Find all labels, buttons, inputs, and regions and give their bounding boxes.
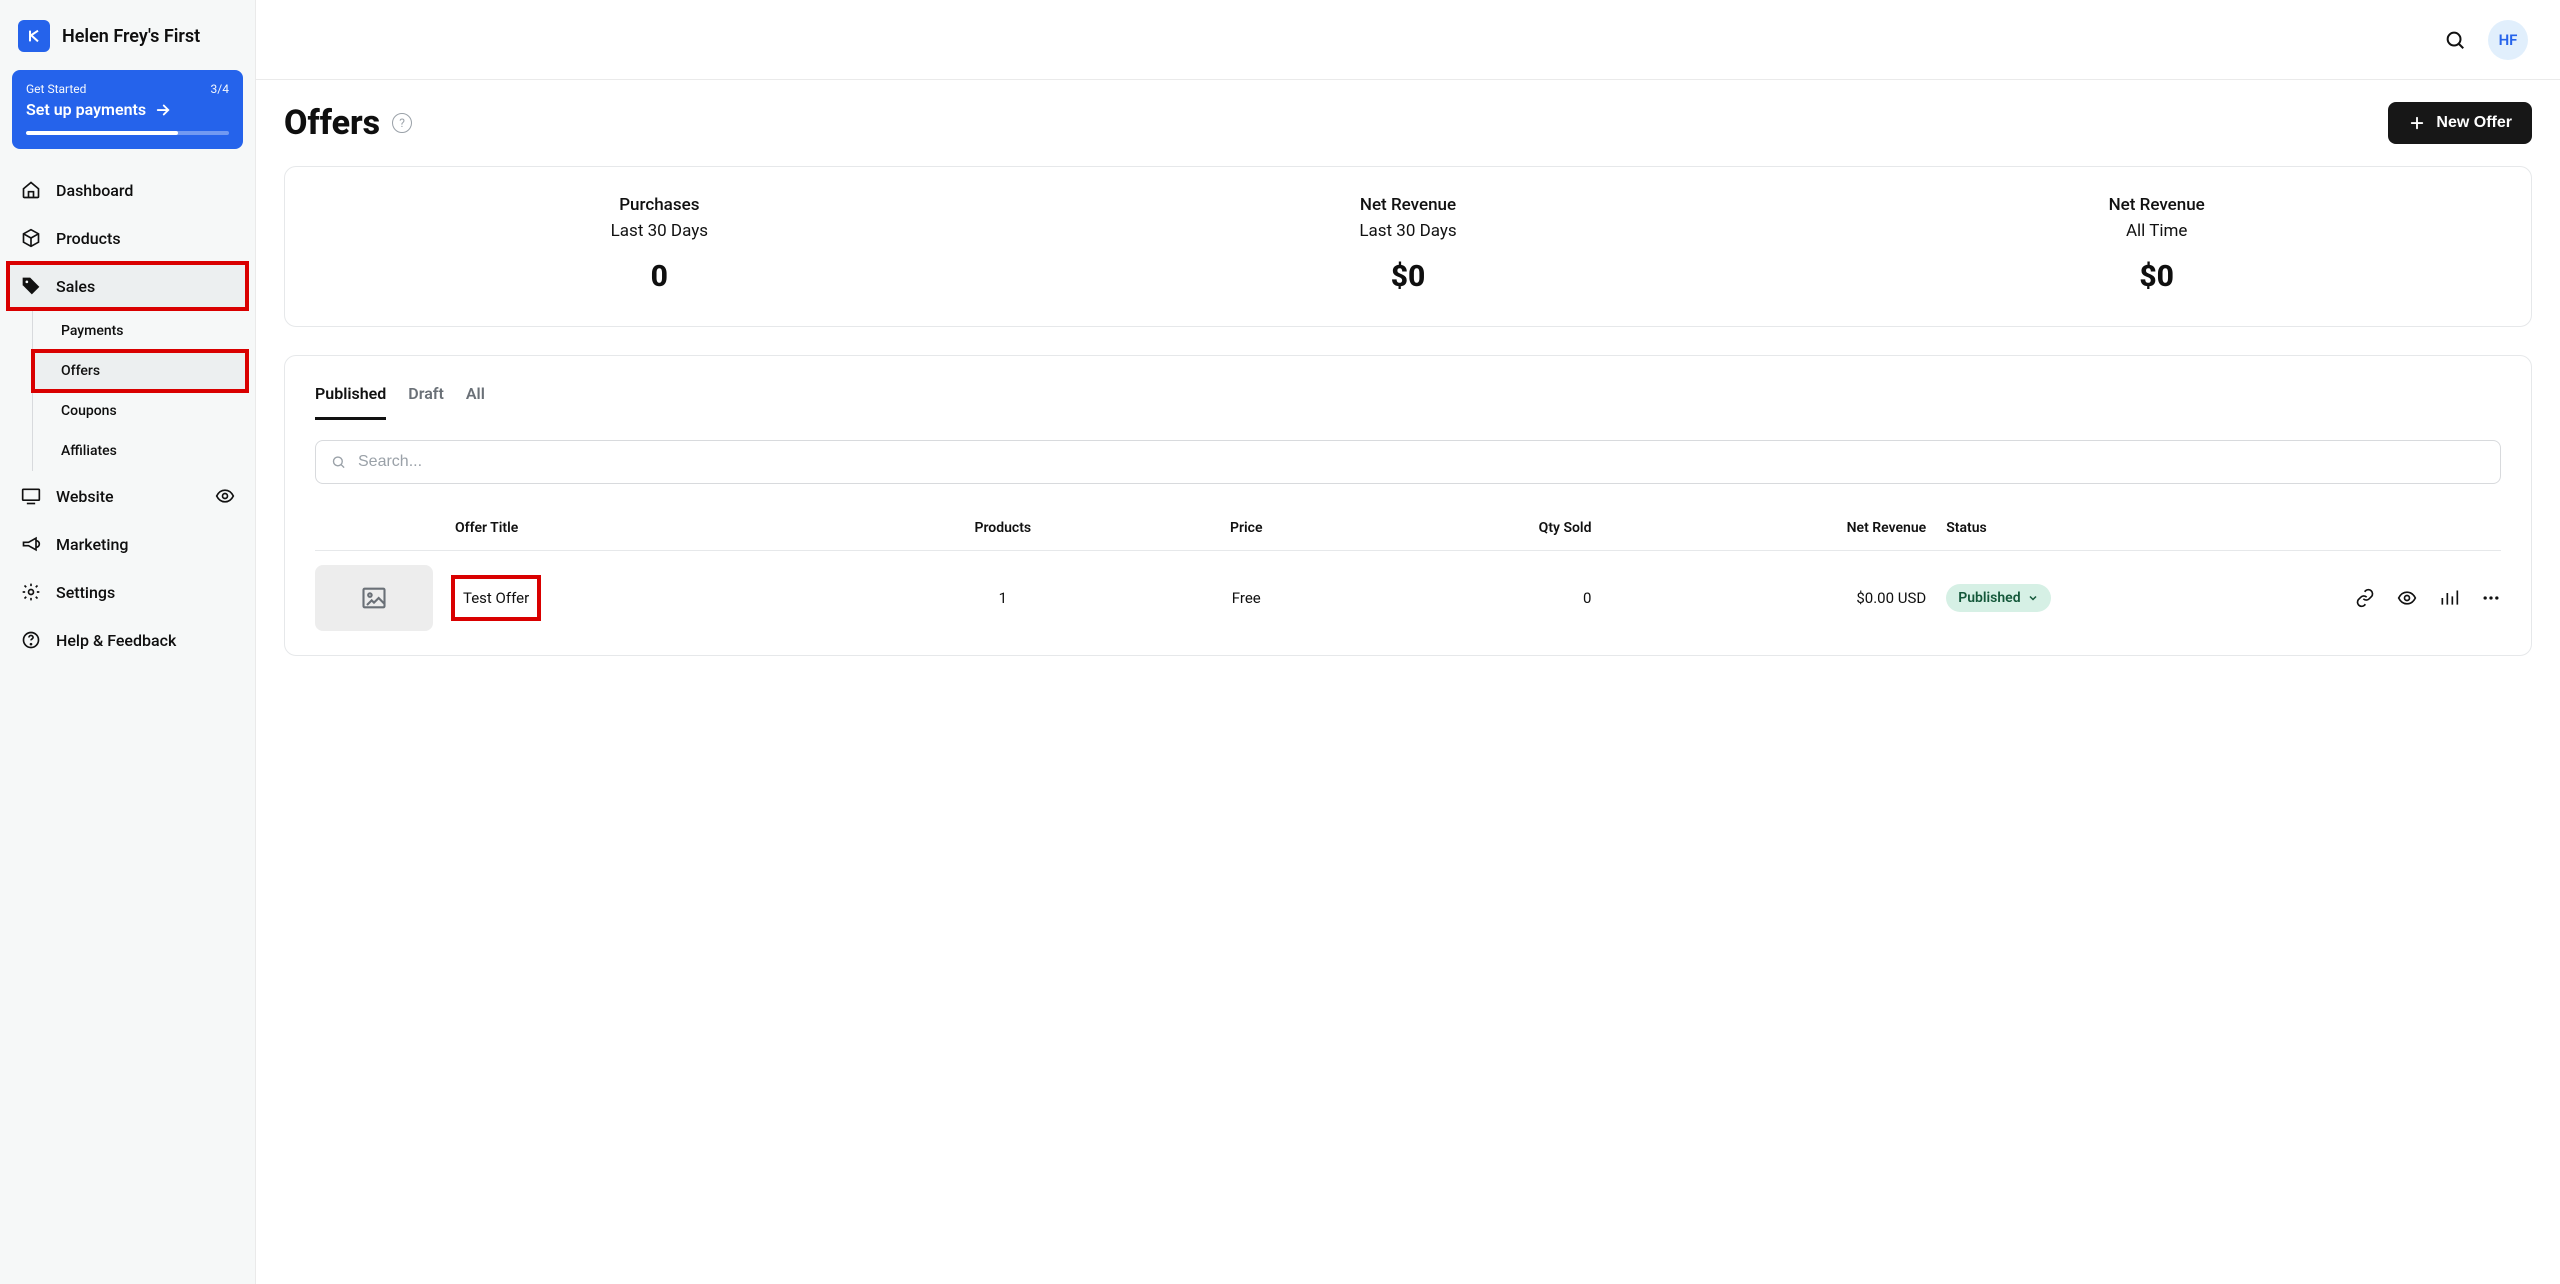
page-head: Offers ? New Offer: [284, 102, 2532, 144]
nav-products[interactable]: Products: [8, 215, 247, 261]
tab-all[interactable]: All: [466, 384, 485, 420]
tag-icon: [20, 275, 42, 297]
col-offer-title: Offer Title: [455, 520, 881, 536]
search-icon[interactable]: [2444, 29, 2466, 51]
stat-net-revenue-all: Net Revenue All Time $0: [1782, 195, 2531, 294]
col-status: Status: [1946, 520, 2281, 536]
nav-marketing[interactable]: Marketing: [8, 521, 247, 567]
new-offer-label: New Offer: [2436, 114, 2512, 132]
link-icon[interactable]: [2355, 588, 2375, 608]
search-wrap: [315, 440, 2501, 484]
main: HF Offers ? New Offer Purchases: [256, 0, 2560, 1284]
col-qty-sold: Qty Sold: [1368, 520, 1611, 536]
cell-net-revenue: $0.00 USD: [1611, 589, 1946, 607]
status-badge[interactable]: Published: [1946, 584, 2050, 612]
monitor-icon: [20, 485, 42, 507]
brand-logo: [18, 20, 50, 52]
sidebar: Helen Frey's First Get Started 3/4 Set u…: [0, 0, 256, 1284]
subnav-sales: Payments Offers Coupons Affiliates: [32, 311, 247, 471]
stat-value: 0: [285, 259, 1034, 294]
tab-draft[interactable]: Draft: [408, 384, 444, 420]
gear-icon: [20, 581, 42, 603]
stat-sub: All Time: [1782, 221, 2531, 241]
progress-bar: [26, 131, 229, 135]
search-input[interactable]: [315, 440, 2501, 484]
subnav-payments[interactable]: Payments: [33, 311, 247, 351]
offer-title-cell[interactable]: Test Offer: [455, 579, 537, 617]
nav-label: Products: [56, 229, 121, 248]
status-label: Published: [1958, 590, 2020, 606]
search-icon: [331, 455, 346, 470]
avatar[interactable]: HF: [2488, 20, 2528, 60]
col-net-revenue: Net Revenue: [1611, 520, 1946, 536]
cell-price: Free: [1125, 589, 1368, 607]
get-started-label: Get Started: [26, 82, 86, 96]
topbar: HF: [256, 0, 2560, 80]
eye-icon[interactable]: [215, 486, 235, 506]
arrow-right-icon: [154, 101, 172, 119]
stat-sub: Last 30 Days: [1034, 221, 1783, 241]
nav-label: Help & Feedback: [56, 631, 176, 650]
help-icon: [20, 629, 42, 651]
nav: Dashboard Products Sales Payments Offers…: [8, 167, 247, 663]
subnav-affiliates[interactable]: Affiliates: [33, 431, 247, 471]
megaphone-icon: [20, 533, 42, 555]
page-title: Offers: [284, 103, 380, 143]
nav-dashboard[interactable]: Dashboard: [8, 167, 247, 213]
stat-value: $0: [1782, 259, 2531, 294]
bar-chart-icon[interactable]: [2439, 588, 2459, 608]
table-head: Offer Title Products Price Qty Sold Net …: [315, 510, 2501, 551]
content: Offers ? New Offer Purchases Last 30 Day…: [256, 80, 2560, 678]
table-row[interactable]: Test Offer 1 Free 0 $0.00 USD Published: [315, 551, 2501, 645]
subnav-offers[interactable]: Offers: [33, 351, 247, 391]
new-offer-button[interactable]: New Offer: [2388, 102, 2532, 144]
home-icon: [20, 179, 42, 201]
eye-icon[interactable]: [2397, 588, 2417, 608]
row-actions: [2281, 588, 2501, 608]
get-started-progress: 3/4: [211, 82, 229, 96]
brand[interactable]: Helen Frey's First: [8, 12, 247, 66]
cell-products: 1: [881, 589, 1124, 607]
help-circle-icon[interactable]: ?: [392, 113, 412, 133]
stat-purchases: Purchases Last 30 Days 0: [285, 195, 1034, 294]
offers-card: Published Draft All Offer Title Products: [284, 355, 2532, 656]
col-products: Products: [881, 520, 1124, 536]
subnav-coupons[interactable]: Coupons: [33, 391, 247, 431]
nav-settings[interactable]: Settings: [8, 569, 247, 615]
tabs: Published Draft All: [315, 384, 2501, 420]
col-price: Price: [1125, 520, 1368, 536]
nav-label: Settings: [56, 583, 115, 602]
nav-help[interactable]: Help & Feedback: [8, 617, 247, 663]
plus-icon: [2408, 114, 2426, 132]
stat-title: Net Revenue: [1782, 195, 2531, 215]
stats-card: Purchases Last 30 Days 0 Net Revenue Las…: [284, 166, 2532, 327]
stat-title: Purchases: [285, 195, 1034, 215]
nav-label: Dashboard: [56, 181, 133, 200]
stat-net-revenue-30: Net Revenue Last 30 Days $0: [1034, 195, 1783, 294]
cell-qty-sold: 0: [1368, 589, 1611, 607]
nav-label: Sales: [56, 277, 95, 296]
get-started-action: Set up payments: [26, 100, 146, 119]
stat-sub: Last 30 Days: [285, 221, 1034, 241]
nav-website[interactable]: Website: [8, 473, 247, 519]
nav-label: Website: [56, 487, 201, 506]
stat-value: $0: [1034, 259, 1783, 294]
offer-thumbnail: [315, 565, 433, 631]
get-started-card[interactable]: Get Started 3/4 Set up payments: [12, 70, 243, 149]
more-icon[interactable]: [2481, 588, 2501, 608]
box-icon: [20, 227, 42, 249]
site-title: Helen Frey's First: [62, 26, 200, 47]
stat-title: Net Revenue: [1034, 195, 1783, 215]
chevron-down-icon: [2027, 592, 2039, 604]
nav-sales[interactable]: Sales: [8, 263, 247, 309]
tab-published[interactable]: Published: [315, 384, 386, 420]
nav-label: Marketing: [56, 535, 128, 554]
